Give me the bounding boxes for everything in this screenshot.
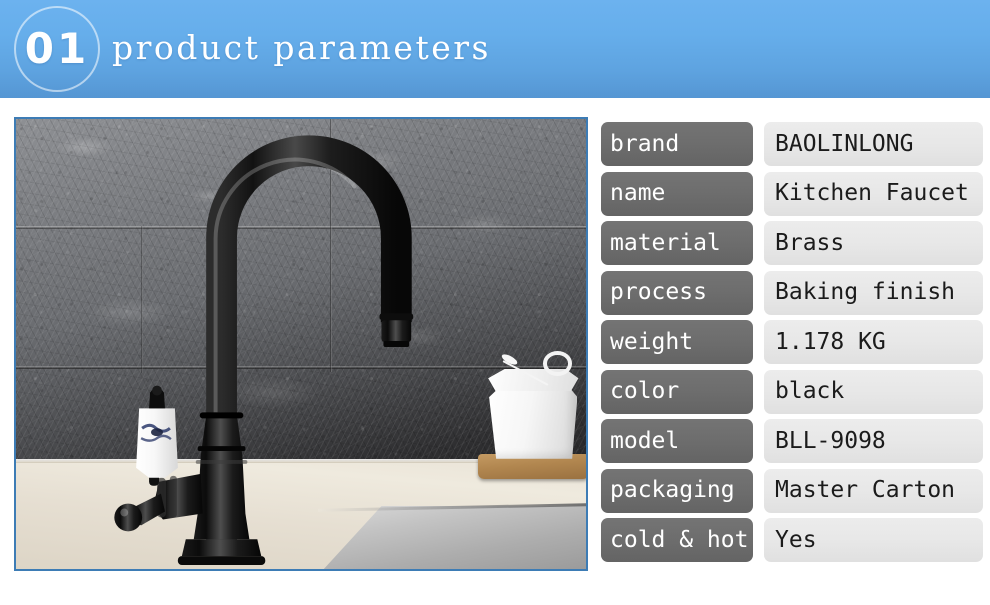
- param-value-weight: 1.178 KG: [764, 320, 983, 364]
- param-key-name: name: [601, 171, 753, 216]
- page-title: product parameters: [112, 28, 491, 67]
- table-row: cold & hot Yes: [601, 518, 983, 562]
- table-row: brand BAOLINLONG: [601, 122, 983, 166]
- param-value-model: BLL-9098: [764, 419, 983, 463]
- param-key-material: material: [601, 221, 753, 265]
- param-key-weight: weight: [601, 320, 753, 364]
- step-number-label: 01: [24, 24, 90, 73]
- section-header-banner: 01 product parameters: [0, 0, 990, 98]
- table-row: weight 1.178 KG: [601, 320, 983, 364]
- param-value-brand: BAOLINLONG: [764, 122, 983, 166]
- param-key-brand: brand: [601, 122, 753, 166]
- product-parameters-table: brand BAOLINLONG name Kitchen Faucet mat…: [601, 122, 983, 568]
- param-key-model: model: [601, 419, 753, 463]
- table-row: color black: [601, 369, 983, 414]
- table-row: packaging Master Carton: [601, 468, 983, 513]
- param-value-cold-hot: Yes: [764, 518, 983, 562]
- param-value-process: Baking finish: [764, 270, 983, 315]
- kitchen-faucet-illustration: [114, 135, 414, 566]
- param-key-process: process: [601, 270, 753, 315]
- param-key-packaging: packaging: [601, 468, 753, 513]
- table-row: name Kitchen Faucet: [601, 171, 983, 216]
- param-value-material: Brass: [764, 221, 983, 265]
- param-key-color: color: [601, 369, 753, 414]
- table-row: model BLL-9098: [601, 419, 983, 463]
- step-number-badge: 01: [14, 6, 100, 92]
- param-key-cold-hot: cold & hot: [601, 518, 753, 562]
- table-row: material Brass: [601, 221, 983, 265]
- param-value-color: black: [764, 369, 983, 414]
- param-value-name: Kitchen Faucet: [764, 171, 983, 216]
- product-photo: [14, 117, 588, 571]
- table-row: process Baking finish: [601, 270, 983, 315]
- product-photo-scene: [16, 119, 586, 569]
- param-value-packaging: Master Carton: [764, 468, 983, 513]
